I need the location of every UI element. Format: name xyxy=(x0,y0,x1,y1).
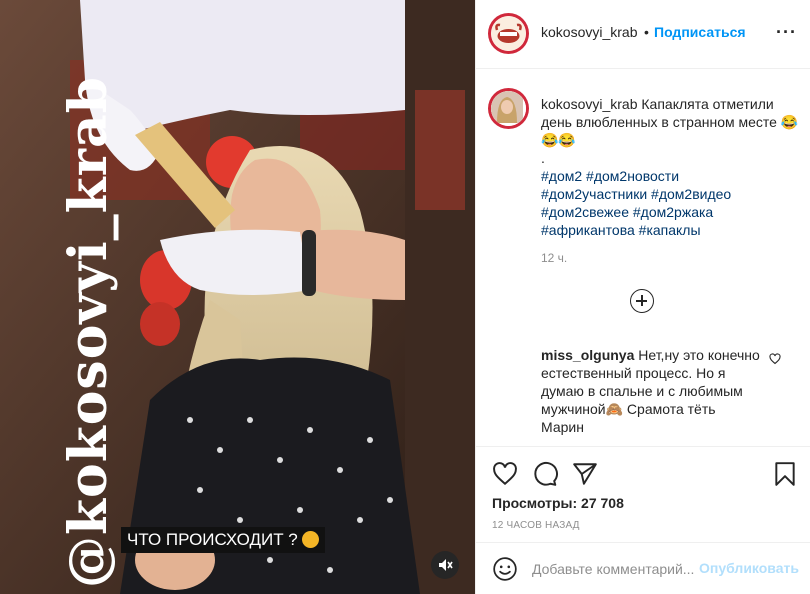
post-panel: kokosovyi_krab • Подписаться ··· kokosov… xyxy=(475,0,810,594)
watermark-text: @kokosovyi_krab xyxy=(58,75,119,588)
heart-icon[interactable] xyxy=(769,353,781,365)
heart-icon[interactable] xyxy=(492,461,518,487)
bookmark-icon[interactable] xyxy=(772,461,798,487)
emoji-icon[interactable] xyxy=(492,556,518,582)
share-icon[interactable] xyxy=(572,461,598,487)
hashtag-link[interactable]: #дом2свежее xyxy=(541,204,629,220)
comment-input[interactable] xyxy=(532,558,697,580)
post-date: 12 ЧАСОВ НАЗАД xyxy=(492,520,580,531)
video-subtitle-text: ЧТО ПРОИСХОДИТ ? xyxy=(127,530,298,549)
hashtag-link[interactable]: #дом2 xyxy=(541,168,582,184)
commenter-avatar[interactable] xyxy=(491,91,526,126)
hashtag-link[interactable]: #дом2видео xyxy=(651,186,731,202)
thinking-face-emoji xyxy=(301,531,319,548)
hashtag-link[interactable]: #дом2новости xyxy=(586,168,679,184)
follow-button[interactable]: Подписаться xyxy=(654,24,746,40)
post-caption: kokosovyi_krab Капаклята отметили день в… xyxy=(541,95,801,239)
sound-off-icon xyxy=(439,559,453,571)
hashtag-link[interactable]: #дом2ржака xyxy=(633,204,713,220)
separator-dot: • xyxy=(644,24,649,40)
comment-icon[interactable] xyxy=(532,461,558,487)
more-options-icon[interactable]: ··· xyxy=(776,22,800,42)
post-comments-area: kokosovyi_krab Капаклята отметили день в… xyxy=(476,70,810,446)
mute-button[interactable] xyxy=(431,551,459,579)
post-header: kokosovyi_krab • Подписаться ··· xyxy=(476,0,810,69)
views-count[interactable]: Просмотры: 27 708 xyxy=(492,495,624,511)
hashtag-list: #дом2 #дом2новости #дом2участники #дом2в… xyxy=(541,167,801,239)
commenter-photo xyxy=(491,91,523,123)
hashtag-link[interactable]: #африкантова xyxy=(541,222,635,238)
hashtag-link[interactable]: #капаклы xyxy=(639,222,701,238)
publish-button[interactable]: Опубликовать xyxy=(699,560,799,576)
caption-username[interactable]: kokosovyi_krab xyxy=(541,96,638,112)
caption-timestamp: 12 ч. xyxy=(541,251,568,265)
author-username[interactable]: kokosovyi_krab xyxy=(541,24,638,40)
watermark-overlay: @kokosovyi_krab xyxy=(0,0,119,594)
crab-logo-icon xyxy=(491,16,526,51)
comment-username[interactable]: miss_olgunya xyxy=(541,347,634,363)
add-comment-form: Опубликовать xyxy=(476,542,810,594)
comment-item: miss_olgunya Нет,ну это конечно естестве… xyxy=(541,346,761,436)
plus-circle-icon[interactable] xyxy=(630,289,654,313)
caption-dot: . xyxy=(541,150,545,166)
author-avatar[interactable] xyxy=(491,16,526,51)
hashtag-link[interactable]: #дом2участники xyxy=(541,186,647,202)
video-subtitle: ЧТО ПРОИСХОДИТ ? xyxy=(121,527,325,553)
post-actions: Просмотры: 27 708 12 ЧАСОВ НАЗАД xyxy=(476,446,810,542)
post-media[interactable]: @kokosovyi_krab ЧТО ПРОИСХОДИТ ? xyxy=(0,0,475,594)
